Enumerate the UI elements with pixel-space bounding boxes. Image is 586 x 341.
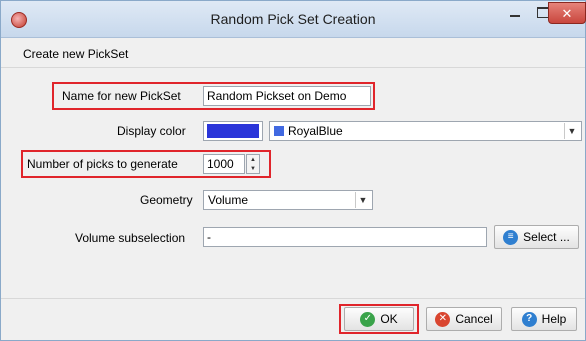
geometry-dropdown[interactable]: Volume ▼ (203, 190, 373, 210)
select-button[interactable]: ≡ Select ... (494, 225, 579, 249)
color-name-dropdown[interactable]: RoyalBlue ▼ (269, 121, 582, 141)
ok-button[interactable]: ✓ OK (344, 307, 414, 331)
display-color-label: Display color (117, 124, 186, 138)
color-swatch-button[interactable] (203, 121, 263, 141)
spinner-up-icon[interactable]: ▲ (247, 155, 259, 164)
dialog-window: Random Pick Set Creation ✕ Create new Pi… (0, 0, 586, 341)
window-title: Random Pick Set Creation (210, 11, 376, 27)
help-button[interactable]: ? Help (511, 307, 577, 331)
color-swatch (207, 124, 259, 138)
minimize-icon (509, 15, 520, 17)
name-label: Name for new PickSet (62, 89, 181, 103)
cancel-button[interactable]: ✕ Cancel (426, 307, 502, 331)
close-icon: ✕ (561, 5, 573, 21)
volume-subselection-label: Volume subselection (75, 231, 186, 245)
ok-button-label: OK (380, 312, 398, 326)
list-icon: ≡ (503, 229, 519, 245)
chevron-down-icon[interactable]: ▼ (355, 192, 370, 208)
cancel-button-label: Cancel (455, 312, 493, 326)
geometry-value: Volume (208, 193, 249, 207)
picks-label: Number of picks to generate (27, 157, 178, 171)
color-name-value: RoyalBlue (288, 124, 343, 138)
select-button-label: Select ... (523, 230, 570, 244)
pickset-name-input[interactable]: Random Pickset on Demo (203, 86, 371, 106)
picks-spinner: ▲ ▼ (246, 154, 260, 174)
maximize-icon (536, 6, 549, 18)
picks-count-input[interactable]: 1000 (203, 154, 245, 174)
spinner-down-icon[interactable]: ▼ (247, 164, 259, 173)
geometry-label: Geometry (140, 193, 193, 207)
color-name-swatch (274, 126, 284, 136)
title-bar[interactable]: Random Pick Set Creation ✕ (1, 1, 586, 38)
help-button-label: Help (541, 312, 567, 326)
help-question-icon: ? (521, 311, 537, 327)
close-button[interactable]: ✕ (548, 2, 586, 24)
footer-divider (1, 298, 585, 299)
minimize-button[interactable] (501, 2, 528, 22)
cancel-x-icon: ✕ (435, 311, 451, 327)
volume-subselection-input[interactable]: - (203, 227, 487, 247)
section-header: Create new PickSet (23, 47, 129, 61)
header-divider (1, 67, 585, 68)
chevron-down-icon[interactable]: ▼ (564, 123, 579, 139)
check-icon: ✓ (360, 311, 376, 327)
